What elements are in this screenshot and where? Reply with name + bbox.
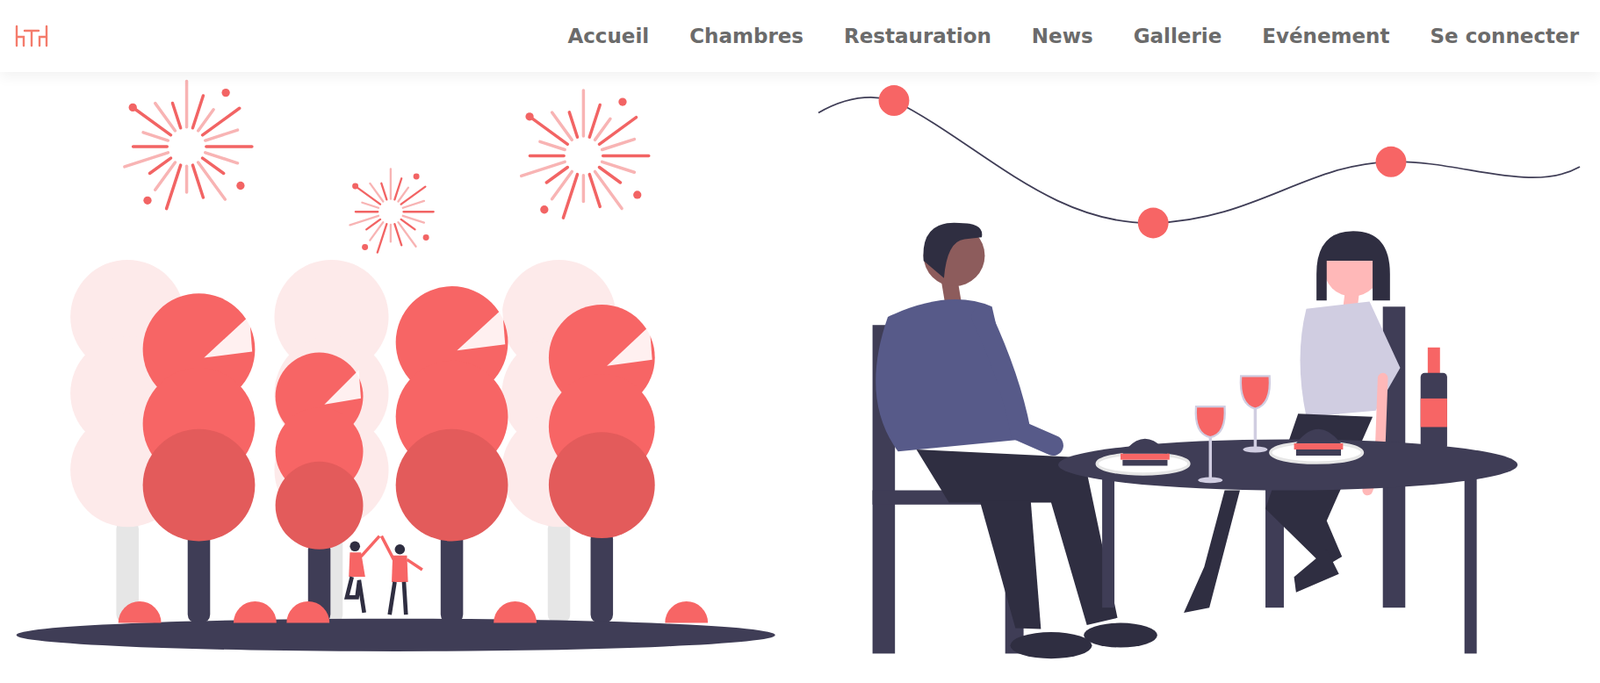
main-nav: Accueil Chambres Restauration News Gallerie E… (567, 17, 1579, 55)
nav-link[interactable]: Evénement (1261, 17, 1390, 55)
nav-link[interactable]: Restauration (843, 17, 992, 55)
wine-bottle (1420, 347, 1448, 450)
logo-icon[interactable] (14, 22, 50, 50)
woman (1183, 230, 1400, 613)
tree (143, 293, 256, 623)
nav-link[interactable]: Chambres (689, 17, 804, 55)
nav-link[interactable]: Accueil (567, 17, 649, 55)
burger-plate (1096, 429, 1363, 475)
tree (273, 259, 389, 624)
bush (233, 601, 277, 623)
party-illustration (0, 72, 796, 664)
dancing-people (346, 536, 423, 615)
string-lights (818, 85, 1580, 238)
table (1058, 439, 1518, 654)
page: Accueil Chambres Restauration News Gallerie E… (0, 0, 1600, 683)
nav-link[interactable]: News (1031, 17, 1094, 55)
dinner-illustration (806, 72, 1593, 683)
tree (548, 304, 656, 623)
wine-glass (1196, 375, 1270, 483)
bush (493, 601, 537, 623)
bush (664, 601, 708, 623)
nav-link[interactable]: Se connecter (1429, 17, 1579, 55)
bush (118, 601, 162, 623)
header: Accueil Chambres Restauration News Gallerie E… (0, 0, 1600, 73)
hero (0, 72, 1600, 683)
firework-icon (349, 169, 433, 253)
man (875, 223, 1158, 660)
bush (286, 601, 330, 623)
tree (396, 286, 509, 623)
firework-icon (521, 90, 649, 218)
nav-link[interactable]: Gallerie (1133, 17, 1223, 55)
firework-icon (124, 81, 253, 210)
